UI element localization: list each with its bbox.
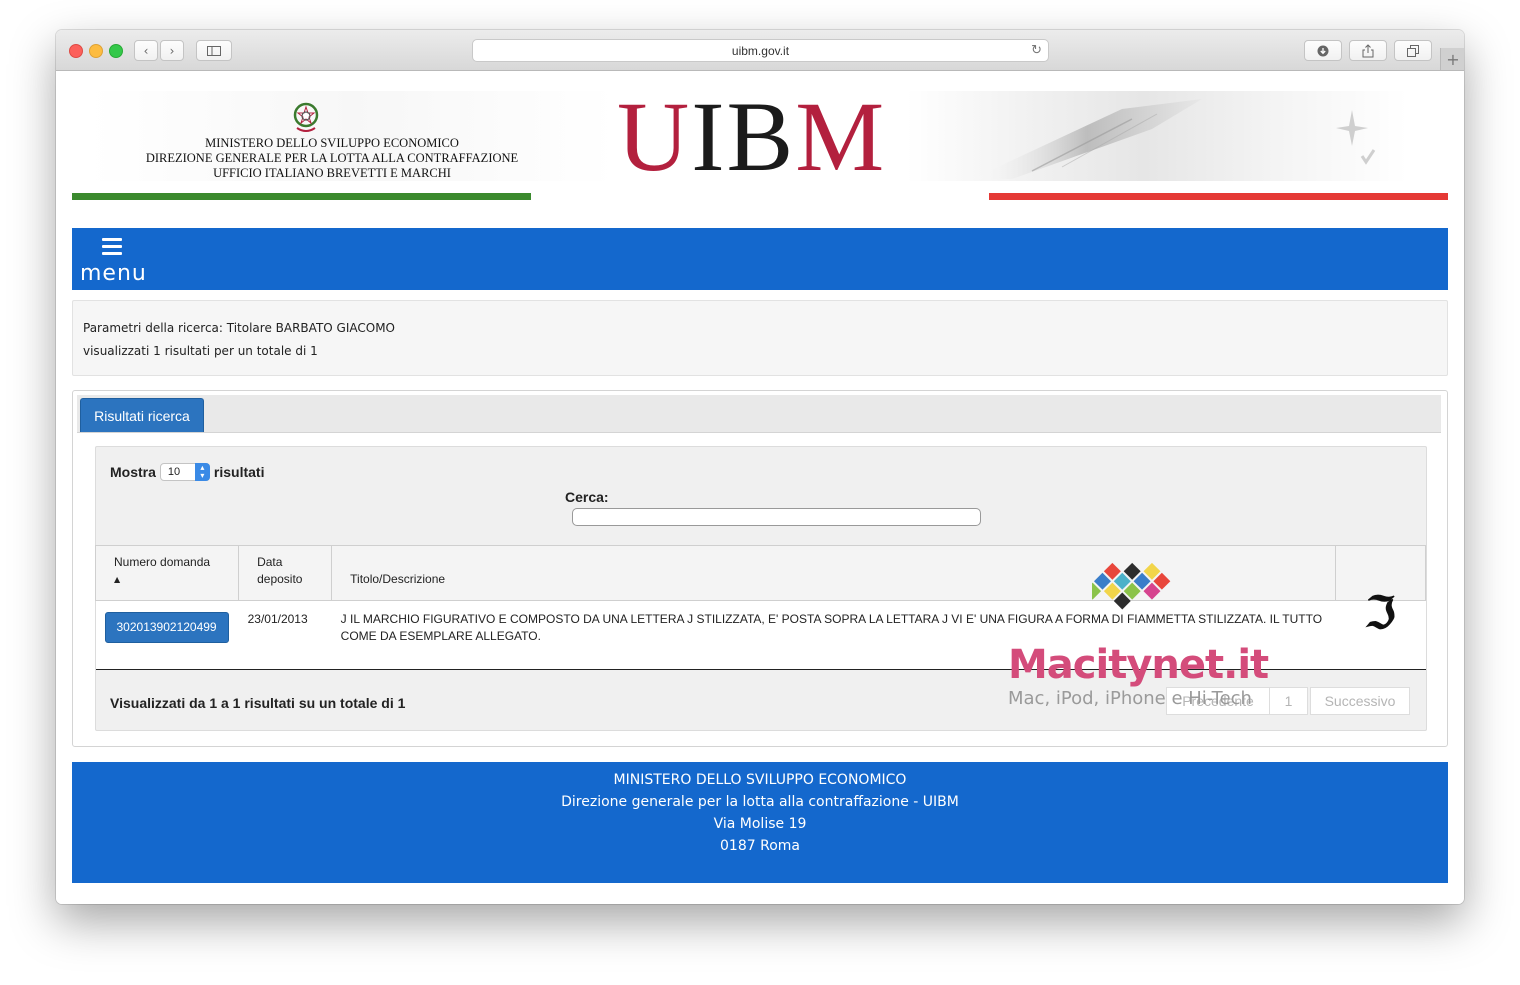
show-suffix: risultati — [213, 464, 265, 480]
minimize-window-button[interactable] — [89, 44, 103, 58]
cell-trademark-image: ℑ — [1335, 592, 1426, 670]
results-panel: Risultati ricerca Mostra 10 ▴ ▾ risultati… — [72, 390, 1448, 747]
fountain-pen-image — [972, 99, 1202, 179]
footer-line: 0187 Roma — [720, 838, 800, 854]
web-page: MINISTERO DELLO SVILUPPO ECONOMICO DIREZ… — [56, 71, 1464, 904]
download-icon[interactable] — [1304, 40, 1342, 61]
select-arrows-icon: ▴ ▾ — [194, 463, 210, 481]
forward-icon[interactable]: › — [160, 40, 184, 61]
ministry-line: UFFICIO ITALIANO BREVETTI E MARCHI — [213, 166, 451, 180]
page-length-select[interactable]: 10 ▴ ▾ — [159, 463, 210, 481]
red-stripe — [989, 193, 1448, 200]
table-info-text: Visualizzati da 1 a 1 risultati su un to… — [110, 695, 406, 711]
cell-numero-domanda: 302013902120499 — [95, 600, 239, 670]
tabs-icon[interactable] — [1394, 40, 1432, 61]
results-datatable: Mostra 10 ▴ ▾ risultati Cerca: Numero dom… — [94, 446, 1427, 731]
site-header: MINISTERO DELLO SVILUPPO ECONOMICO DIREZ… — [72, 87, 1448, 201]
footer-line: Direzione generale per la lotta alla con… — [561, 794, 959, 810]
ministry-line: MINISTERO DELLO SVILUPPO ECONOMICO — [205, 136, 459, 150]
column-header-numero-domanda[interactable]: Numero domanda ▲ — [94, 545, 240, 601]
search-label: Cerca: — [565, 489, 609, 505]
green-stripe — [72, 193, 531, 200]
cell-titolo: J IL MARCHIO FIGURATIVO E COMPOSTO DA UN… — [331, 600, 1336, 670]
results-tabbar: Risultati ricerca — [77, 395, 1441, 433]
column-header-label: Numero domanda — [114, 555, 211, 569]
new-tab-icon[interactable]: + — [1440, 48, 1464, 70]
footer-line: Via Molise 19 — [713, 816, 807, 832]
uibm-logo[interactable]: UIBM — [617, 87, 886, 187]
address-bar[interactable]: uibm.gov.it ↻ — [472, 39, 1049, 62]
back-icon[interactable]: ‹ — [134, 40, 158, 61]
uibm-logo-u: U — [617, 81, 692, 192]
pagination-previous-button[interactable]: Precedente — [1166, 687, 1270, 715]
uibm-logo-m: M — [795, 81, 887, 192]
share-icon[interactable] — [1349, 40, 1387, 61]
cell-data-deposito: 23/01/2013 — [238, 600, 332, 670]
close-window-button[interactable] — [69, 44, 83, 58]
zoom-window-button[interactable] — [109, 44, 123, 58]
table-row: 302013902120499 23/01/2013 J IL MARCHIO … — [95, 592, 1426, 670]
trademark-j-logo-icon[interactable]: ℑ — [1365, 589, 1396, 638]
search-input[interactable] — [572, 508, 981, 526]
results-count-text: visualizzati 1 risultati per un totale d… — [83, 344, 318, 358]
page-length-control: Mostra 10 ▴ ▾ risultati — [110, 463, 264, 481]
menu-toggle[interactable]: menu — [80, 261, 147, 286]
footer-line: MINISTERO DELLO SVILUPPO ECONOMICO — [613, 772, 907, 788]
site-footer: MINISTERO DELLO SVILUPPO ECONOMICO Direz… — [72, 762, 1448, 883]
pagination: Precedente 1 Successivo — [1166, 687, 1410, 715]
main-navbar: menu — [72, 228, 1448, 290]
page-length-value: 10 — [167, 466, 181, 478]
numero-domanda-button[interactable]: 302013902120499 — [104, 612, 229, 643]
column-header-titolo[interactable]: Titolo/Descrizione — [331, 545, 1336, 601]
italian-emblem-icon — [293, 102, 319, 132]
sort-ascending-icon: ▲ — [114, 575, 121, 584]
sidebar-icon[interactable] — [196, 40, 232, 61]
pagination-next-button[interactable]: Successivo — [1310, 687, 1410, 715]
search-params-text: Parametri della ricerca: Titolare BARBAT… — [83, 321, 395, 335]
tab-risultati-ricerca[interactable]: Risultati ricerca — [80, 398, 204, 432]
uibm-logo-b: B — [726, 81, 796, 192]
show-label: Mostra — [110, 464, 156, 480]
table-header-row: Numero domanda ▲ Data deposito Titolo/De… — [94, 545, 1427, 601]
browser-window: ‹ › uibm.gov.it ↻ + MINISTERO DELLO SVIL… — [56, 30, 1464, 904]
reload-icon[interactable]: ↻ — [1031, 43, 1042, 58]
search-params-panel: Parametri della ricerca: Titolare BARBAT… — [72, 300, 1448, 376]
uibm-logo-i: I — [691, 81, 727, 192]
hamburger-menu-icon[interactable] — [102, 238, 122, 256]
pagination-page-button[interactable]: 1 — [1270, 687, 1308, 715]
column-header-label: Titolo/Descrizione — [350, 572, 446, 586]
ministry-line: DIREZIONE GENERALE PER LA LOTTA ALLA CON… — [145, 151, 519, 165]
results-table: Numero domanda ▲ Data deposito Titolo/De… — [94, 545, 1427, 670]
url-text: uibm.gov.it — [731, 43, 790, 58]
ministry-title: MINISTERO DELLO SVILUPPO ECONOMICO DIREZ… — [132, 136, 532, 181]
browser-toolbar: ‹ › uibm.gov.it ↻ + — [56, 30, 1464, 71]
column-header-label: Data deposito — [257, 555, 303, 586]
star-decoration-icon — [1336, 110, 1376, 165]
column-header-data-deposito[interactable]: Data deposito — [238, 545, 333, 601]
